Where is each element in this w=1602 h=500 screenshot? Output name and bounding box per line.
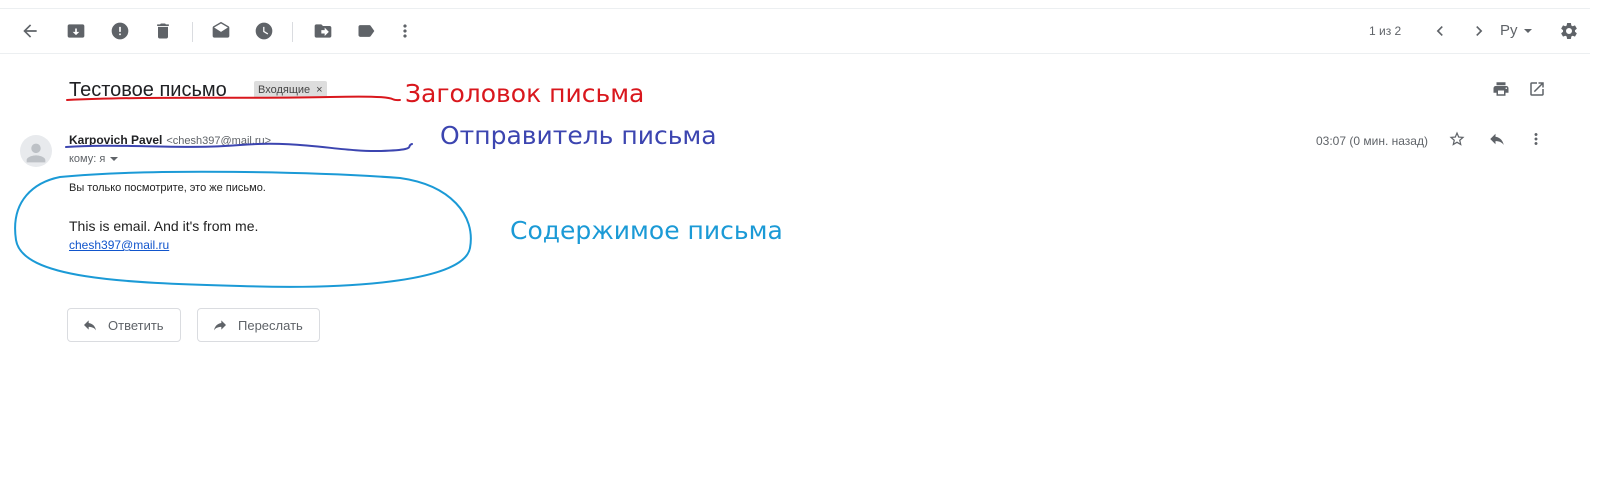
subject-annotation: Заголовок письма (405, 79, 645, 108)
toolbar-divider (292, 22, 293, 42)
chevron-down-icon (110, 157, 119, 161)
forward-button-label: Переслать (238, 317, 303, 333)
language-label: Ру (1500, 22, 1518, 39)
more-vert-icon[interactable] (393, 19, 417, 43)
label-remove-icon[interactable]: × (316, 84, 322, 96)
sender-name[interactable]: Karpovich Pavel (69, 133, 162, 147)
chevron-down-icon (1523, 28, 1532, 33)
snooze-icon[interactable] (252, 19, 276, 43)
chevron-left-icon[interactable] (1428, 19, 1452, 43)
reply-icon (84, 320, 96, 331)
label-chip-inbox[interactable]: Входящие × (254, 81, 327, 98)
toolbar: 1 из 2 Ру (0, 8, 1590, 54)
report-spam-icon[interactable] (108, 19, 132, 43)
message-time: 03:07 (0 мин. назад) (1316, 134, 1428, 148)
email-body-line: This is email. And it's from me. (69, 218, 259, 234)
forward-button[interactable]: Переслать (197, 308, 320, 342)
recipients-text: кому: я (69, 153, 106, 165)
settings-gear-icon[interactable] (1557, 19, 1581, 43)
sender-line: Karpovich Pavel <chesh397@mail.ru> (69, 133, 271, 147)
move-to-icon[interactable] (311, 19, 335, 43)
archive-icon[interactable] (64, 19, 88, 43)
chevron-right-icon[interactable] (1467, 19, 1491, 43)
print-icon[interactable] (1490, 78, 1512, 100)
forward-icon (214, 320, 226, 331)
pager-count: 1 из 2 (1369, 24, 1402, 38)
email-subject: Тестовое письмо (69, 79, 227, 101)
star-icon[interactable] (1446, 128, 1468, 150)
back-arrow-icon[interactable] (18, 19, 42, 43)
delete-icon[interactable] (151, 19, 175, 43)
email-body-link[interactable]: chesh397@mail.ru (69, 238, 169, 252)
content-annotation: Содержимое письма (510, 216, 783, 245)
toolbar-divider (192, 22, 193, 42)
person-icon (26, 143, 46, 163)
email-body-line: Вы только посмотрите, это же письмо. (69, 182, 266, 194)
annotation-layer (14, 95, 472, 288)
sender-annotation: Отправитель письма (440, 121, 717, 150)
reply-button[interactable]: Ответить (67, 308, 181, 342)
open-in-new-window-icon[interactable] (1526, 78, 1548, 100)
mark-unread-icon[interactable] (209, 19, 233, 43)
reply-icon[interactable] (1486, 128, 1508, 150)
avatar (20, 135, 52, 167)
reply-button-label: Ответить (108, 317, 164, 333)
label-icon[interactable] (354, 19, 378, 43)
recipients-toggle[interactable]: кому: я (69, 153, 119, 165)
input-language-selector[interactable]: Ру (1500, 22, 1532, 39)
more-vert-icon[interactable] (1525, 128, 1547, 150)
sender-email: <chesh397@mail.ru> (166, 135, 272, 147)
label-chip-text: Входящие (258, 83, 311, 96)
